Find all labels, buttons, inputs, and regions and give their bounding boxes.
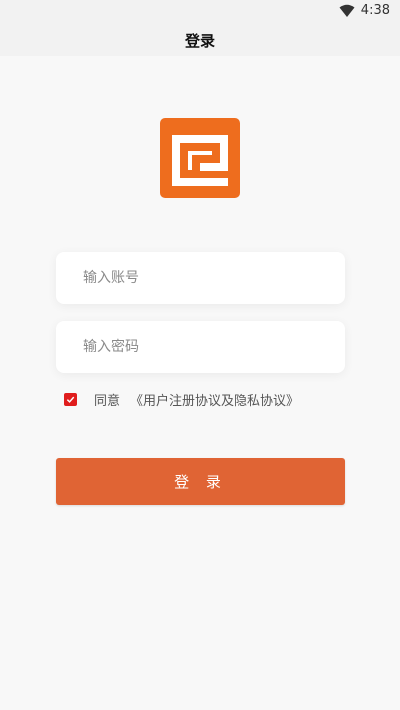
- brand-logo-icon: [160, 118, 240, 198]
- password-field[interactable]: [56, 321, 345, 373]
- account-input[interactable]: [56, 252, 345, 304]
- login-button[interactable]: 登 录: [56, 458, 345, 505]
- account-field[interactable]: [56, 252, 345, 304]
- agree-label: 同意: [94, 393, 121, 409]
- check-icon: [66, 396, 75, 403]
- login-button-label: 登 录: [174, 473, 227, 491]
- status-bar: 4:38: [0, 0, 400, 24]
- wifi-icon: [339, 4, 355, 17]
- page-title: 登录: [184, 31, 215, 50]
- status-time: 4:38: [360, 3, 390, 18]
- app-bar: 登录: [0, 24, 400, 56]
- agreement-checkbox[interactable]: [64, 392, 77, 406]
- agreement-row: 同意 《用户注册协议及隐私协议》: [64, 390, 299, 409]
- status-indicators: 4:38: [339, 3, 390, 18]
- password-input[interactable]: [56, 321, 345, 373]
- agreement-link[interactable]: 《用户注册协议及隐私协议》: [130, 390, 299, 409]
